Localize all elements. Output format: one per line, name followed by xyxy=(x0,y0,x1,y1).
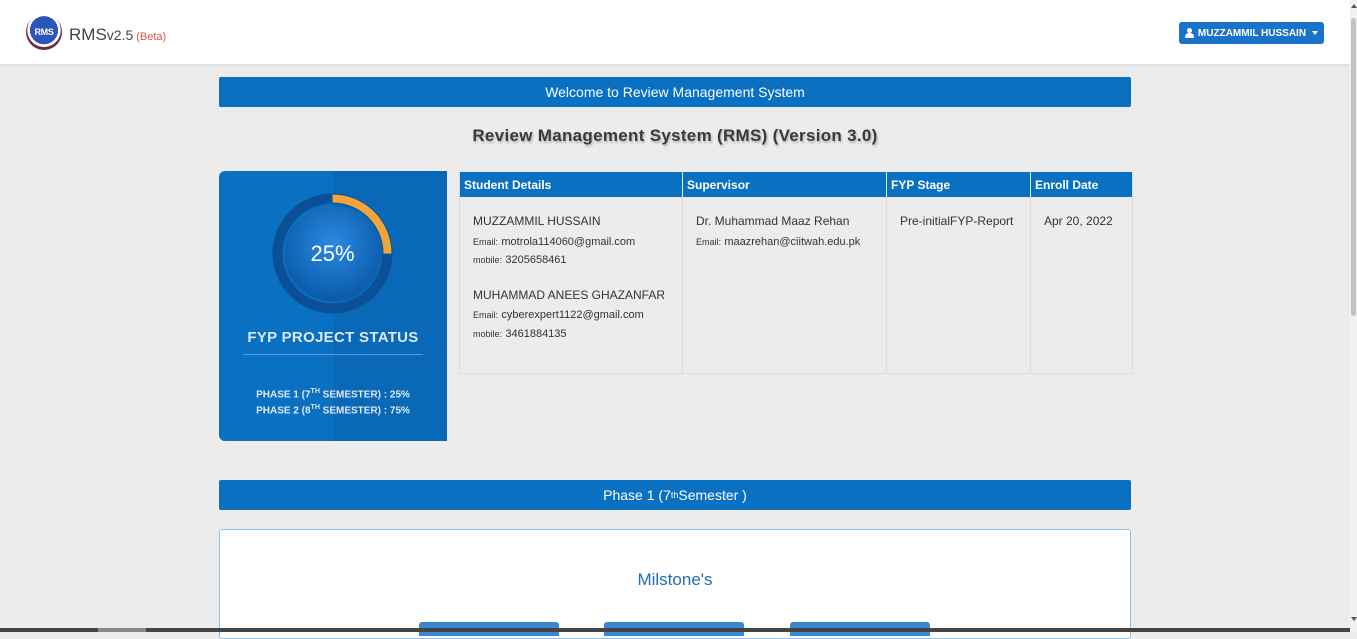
supervisor-name: Dr. Muhammad Maaz Rehan xyxy=(696,214,850,228)
scrollbar-thumb[interactable] xyxy=(1351,18,1356,316)
header-enroll-date: Enroll Date xyxy=(1031,172,1132,197)
student-1-name: MUZZAMMIL HUSSAIN xyxy=(473,214,601,228)
header-fyp-stage: FYP Stage xyxy=(887,172,1030,197)
brand[interactable]: RMSv2.5 (Beta) xyxy=(69,25,166,45)
student-2-mobile: mobile: 3461884135 xyxy=(473,328,567,340)
header-student-details: Student Details xyxy=(460,172,682,197)
scroll-down-icon[interactable] xyxy=(1351,617,1357,621)
rms-logo[interactable]: RMS xyxy=(26,14,62,50)
page-title: Review Management System (RMS) (Version … xyxy=(472,126,878,145)
header-supervisor: Supervisor xyxy=(683,172,886,197)
phase1-banner: Phase 1 (7 th Semester ) xyxy=(219,480,1131,510)
progress-percent: 25% xyxy=(310,240,355,266)
caret-down-icon xyxy=(1312,31,1319,35)
student-1-mobile: mobile: 3205658461 xyxy=(473,254,567,266)
fyp-status-card: 25% FYP PROJECT STATUS PHASE 1 (7TH SEME… xyxy=(219,171,447,441)
phase1-summary: PHASE 1 (7TH SEMESTER) : 25% xyxy=(256,388,410,401)
phase2-summary: PHASE 2 (8TH SEMESTER) : 75% xyxy=(256,404,410,417)
brand-beta: (Beta) xyxy=(136,31,167,43)
user-name: MUZZAMMIL HUSSAIN xyxy=(1197,27,1307,39)
student-1-email: Email: motrola114060@gmail.com xyxy=(473,236,636,248)
column-divider xyxy=(886,197,887,373)
vertical-scrollbar[interactable] xyxy=(1350,0,1357,632)
milestones-panel: Milstone's xyxy=(219,529,1131,639)
scroll-up-icon[interactable] xyxy=(1351,4,1357,8)
column-divider xyxy=(682,197,683,373)
student-2-name: MUHAMMAD ANEES GHAZANFAR xyxy=(473,288,666,302)
enroll-date-value: Apr 20, 2022 xyxy=(1044,214,1113,228)
milestones-title: Milstone's xyxy=(637,570,713,589)
supervisor-email: Email: maazrehan@ciitwah.edu.pk xyxy=(696,236,861,248)
details-table: Student Details Supervisor FYP Stage Enr… xyxy=(459,172,1133,374)
status-label: FYP PROJECT STATUS xyxy=(247,329,419,346)
brand-version: v2.5 xyxy=(106,27,134,43)
welcome-banner: Welcome to Review Management System xyxy=(219,77,1131,107)
user-menu-button[interactable]: MUZZAMMIL HUSSAIN xyxy=(1179,22,1324,44)
student-2-email: Email: cyberexpert1122@gmail.com xyxy=(473,309,644,321)
column-divider xyxy=(1030,197,1031,373)
status-divider xyxy=(243,354,423,355)
fyp-stage-value: Pre-initialFYP-Report xyxy=(900,214,1014,228)
logo-text: RMS xyxy=(34,27,54,37)
horizontal-scrollbar[interactable] xyxy=(0,628,1350,632)
brand-name: RMS xyxy=(69,25,107,44)
top-navbar: RMS RMSv2.5 (Beta) MUZZAMMIL HUSSAIN xyxy=(0,0,1350,65)
horizontal-scrollbar-thumb[interactable] xyxy=(98,628,146,632)
user-icon xyxy=(1184,28,1194,38)
